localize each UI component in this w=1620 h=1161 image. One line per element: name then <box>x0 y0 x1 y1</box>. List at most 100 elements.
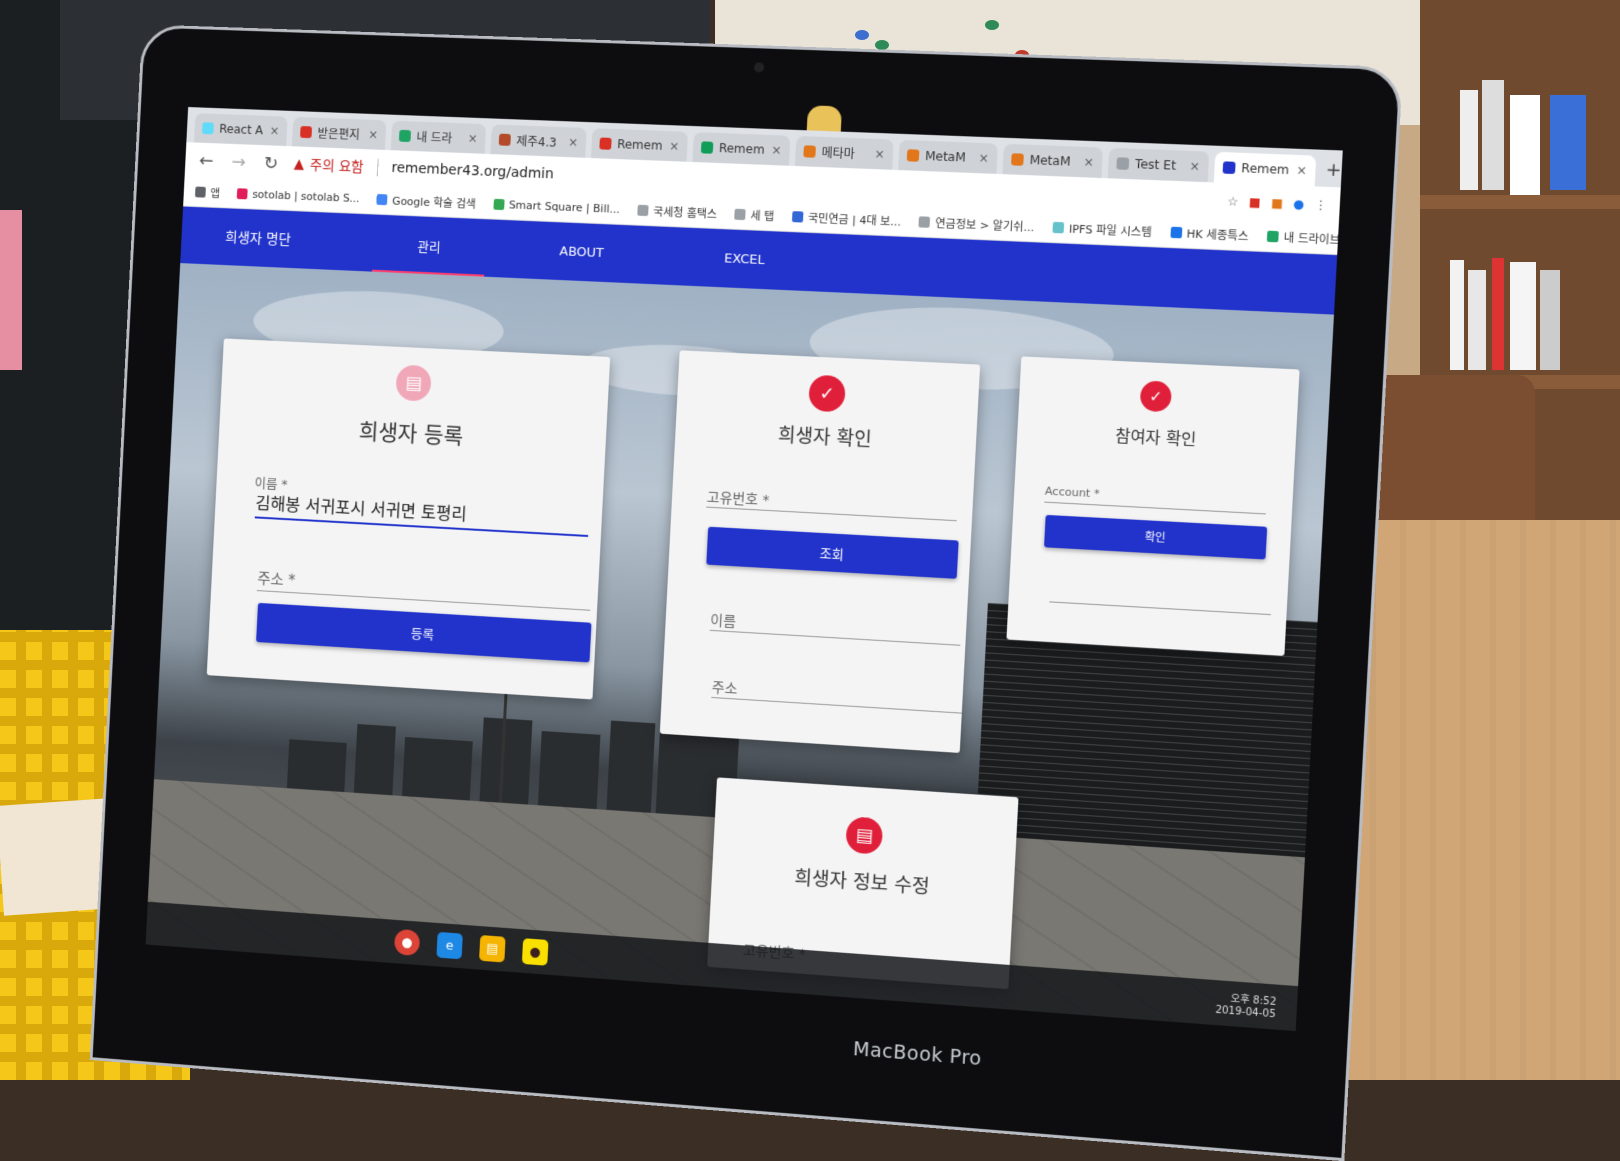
tab-favicon-icon <box>906 149 920 162</box>
tab-close-icon[interactable]: × <box>1189 159 1200 174</box>
tab-close-icon[interactable]: × <box>978 151 989 166</box>
tab-title: Remem <box>718 141 765 157</box>
ie-taskbar-icon[interactable]: e <box>436 931 463 960</box>
browser-tab[interactable]: Test Et × <box>1107 147 1210 183</box>
browser-tab[interactable]: 메타마 × <box>794 135 894 170</box>
verify-id-underline <box>706 506 957 522</box>
laptop: React A × 받은편지 × 내 드라 × 제주4.3 × Remem × Remem × 메타마 ×… <box>89 24 1403 1161</box>
tab-favicon-icon <box>299 125 313 139</box>
verify-address-underline <box>711 696 962 714</box>
account-input-underline <box>1044 501 1266 515</box>
verify-address-label: 주소 <box>711 679 738 698</box>
bookmark-item[interactable]: 내 드라이브 - Goo... <box>1266 228 1339 249</box>
verify-name-label: 이름 <box>709 612 737 631</box>
bookmark-item[interactable]: 국세청 홈택스 <box>637 202 717 221</box>
browser-tab[interactable]: 내 드라 × <box>390 120 487 154</box>
address-field-label[interactable]: 주소 * <box>257 568 296 591</box>
id-card-icon: ▤ <box>395 364 432 402</box>
bookmark-favicon-icon <box>1266 230 1279 243</box>
tab-close-icon[interactable]: × <box>1083 155 1094 170</box>
chrome-taskbar-icon[interactable]: ● <box>393 928 421 957</box>
tab-close-icon[interactable]: × <box>771 143 782 157</box>
tab-close-icon[interactable]: × <box>467 131 477 145</box>
warning-triangle-icon: ▲ <box>293 156 305 173</box>
extension-icon[interactable]: ■ <box>1271 196 1284 211</box>
bookmark-favicon-icon <box>376 193 388 206</box>
bookmark-item[interactable]: HK 세종특스 <box>1169 224 1249 244</box>
browser-tab[interactable]: 제주4.3 × <box>490 124 587 158</box>
bookmark-item[interactable]: IPFS 파일 시스템 <box>1052 219 1152 239</box>
browser-tab[interactable]: Remem × <box>590 128 689 162</box>
bookmark-favicon-icon <box>734 208 746 221</box>
tab-close-icon[interactable]: × <box>568 135 579 149</box>
tab-title: Test Et <box>1134 156 1177 173</box>
tab-close-icon[interactable]: × <box>368 128 378 142</box>
bookmark-favicon-icon <box>236 188 248 200</box>
verify-name-underline <box>709 629 961 646</box>
system-tray-clock[interactable]: 오후 8:52 2019-04-05 <box>1215 992 1277 1021</box>
bookmark-label: 국세청 홈택스 <box>652 204 718 221</box>
forward-arrow-icon[interactable]: → <box>229 151 249 172</box>
star-icon[interactable]: ☆ <box>1227 194 1239 209</box>
bookmark-item[interactable]: 연금정보 > 알기쉬... <box>918 214 1035 235</box>
tab-favicon-icon <box>700 141 714 154</box>
reload-icon[interactable]: ↻ <box>261 152 281 174</box>
nav-tab-about[interactable]: ABOUT <box>552 224 611 281</box>
browser-tab[interactable]: React A × <box>193 113 288 147</box>
tab-title: MetaM <box>1029 152 1071 169</box>
register-victim-card: ▤ 희생자 등록 이름 * 김해봉 서귀포시 서귀면 토평리 주소 * 등록 <box>206 338 611 700</box>
bookmark-label: 연금정보 > 알기쉬... <box>934 216 1035 234</box>
bookmark-item[interactable]: 국민연금 | 4대 보... <box>791 209 902 230</box>
security-warning-label: 주의 요함 <box>309 157 364 176</box>
browser-tab[interactable]: Remem × <box>692 132 791 166</box>
new-tab-button[interactable]: + <box>1325 159 1342 187</box>
browser-tab[interactable]: 받은편지 × <box>291 116 387 150</box>
verify-victim-card: ✓ 희생자 확인 고유번호 * 조회 이름 주소 <box>659 350 981 753</box>
bookmark-label: IPFS 파일 시스템 <box>1068 221 1153 239</box>
edit-card-title: 희생자 정보 수정 <box>793 866 931 899</box>
lookup-button[interactable]: 조회 <box>706 526 959 579</box>
nav-tab-excel[interactable]: EXCEL <box>717 231 772 288</box>
tab-title: 메타마 <box>821 145 856 161</box>
browser-tab[interactable]: Remem × <box>1213 151 1317 187</box>
bookmark-item[interactable]: 세 탭 <box>734 206 775 224</box>
extension-icon[interactable]: ■ <box>1249 195 1262 210</box>
id-card-icon: ▤ <box>845 816 884 855</box>
bookmark-item[interactable]: 앱 <box>194 184 221 201</box>
participant-result-underline <box>1049 601 1271 616</box>
bookmark-item[interactable]: Google 학술 검색 <box>376 192 477 212</box>
toolbar-extensions: ☆ ■ ■ ● ⋮ <box>1227 194 1340 213</box>
browser-tab[interactable]: MetaM × <box>1002 143 1103 179</box>
bookmark-label: 앱 <box>210 186 221 200</box>
bookmark-item[interactable]: sotolab | sotolab S... <box>236 187 360 206</box>
confirm-button[interactable]: 확인 <box>1043 514 1268 560</box>
verify-card-title: 희생자 확인 <box>777 424 873 452</box>
kakaotalk-icon[interactable]: ● <box>521 938 549 966</box>
menu-kebab-icon[interactable]: ⋮ <box>1314 198 1327 213</box>
tab-close-icon[interactable]: × <box>874 147 885 161</box>
security-warning[interactable]: ▲ 주의 요함 <box>293 154 364 176</box>
register-card-title: 희생자 등록 <box>358 419 464 450</box>
tab-close-icon[interactable]: × <box>269 124 279 138</box>
tab-close-icon[interactable]: × <box>1296 163 1307 178</box>
tab-title: React A <box>218 121 264 138</box>
register-button[interactable]: 등록 <box>256 602 592 663</box>
profile-avatar-icon[interactable]: ● <box>1293 197 1305 212</box>
tab-favicon-icon <box>1010 153 1024 166</box>
account-field-label[interactable]: Account * <box>1045 484 1100 500</box>
address-bar[interactable]: remember43.org/admin <box>391 160 554 182</box>
laptop-screen: React A × 받은편지 × 내 드라 × 제주4.3 × Remem × Remem × 메타마 ×… <box>145 107 1343 1032</box>
back-arrow-icon[interactable]: ← <box>196 150 216 171</box>
check-circle-icon: ✓ <box>1139 380 1173 413</box>
tab-title: MetaM <box>924 148 967 165</box>
bookmark-label: sotolab | sotolab S... <box>251 187 360 206</box>
tab-close-icon[interactable]: × <box>669 139 680 153</box>
tab-title: 제주4.3 <box>516 133 557 150</box>
bookmark-item[interactable]: Smart Square | Bill... <box>493 198 620 216</box>
bookmark-favicon-icon <box>1052 221 1065 234</box>
browser-tab[interactable]: MetaM × <box>898 139 998 174</box>
nav-tab-manage[interactable]: 관리 <box>410 216 448 276</box>
file-explorer-icon[interactable]: ▤ <box>479 935 506 963</box>
nav-victim-list[interactable]: 희생자 명단 <box>218 207 298 269</box>
bookmark-favicon-icon <box>1169 226 1182 239</box>
